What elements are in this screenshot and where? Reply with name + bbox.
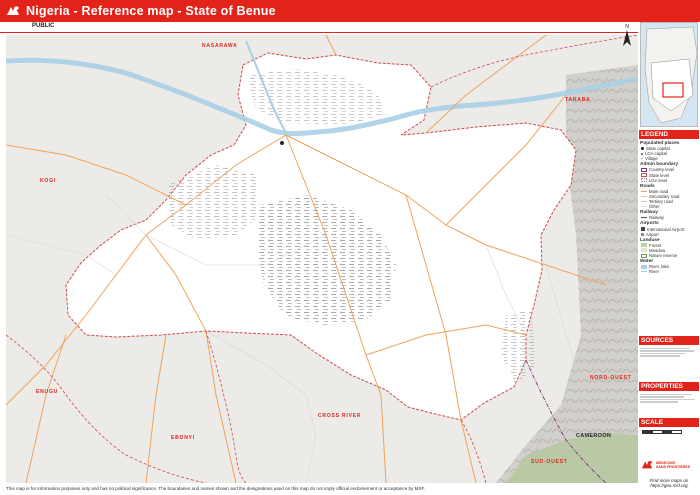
label-nord-ouest: NORD-OUEST	[590, 375, 632, 381]
scale-header: SCALE	[639, 418, 699, 427]
north-arrow-icon	[623, 30, 631, 46]
river-icon	[641, 271, 647, 273]
road-icon	[641, 190, 647, 193]
reserve-icon	[641, 253, 647, 258]
classification-bar: PUBLIC	[0, 22, 700, 33]
road-icon	[641, 206, 647, 208]
road-icon	[641, 201, 647, 203]
title-bar: Nigeria - Reference map - State of Benue	[0, 0, 700, 22]
label-cameroon: CAMEROON	[576, 433, 612, 439]
legend-item: Village	[640, 156, 698, 161]
classification-label: PUBLIC	[32, 23, 55, 29]
properties-header: PROPERTIES	[639, 382, 699, 391]
dot-icon	[641, 147, 644, 151]
legend-item: Other	[640, 204, 698, 209]
label-enugu: ENUGU	[36, 389, 59, 395]
dot-icon	[641, 152, 643, 155]
meadow-icon	[641, 248, 647, 253]
map-canvas[interactable]: NASARAWA TARABA KOGI ENUGU EBONYI CROSS …	[6, 35, 638, 483]
dot-icon	[641, 158, 643, 160]
label-cross-river: CROSS RIVER	[318, 413, 362, 419]
label-kogi: KOGI	[40, 178, 56, 184]
msf-logo-icon	[0, 0, 26, 22]
scale-bar	[642, 430, 682, 434]
side-panel: LEGEND Populated places State capital LG…	[638, 22, 700, 495]
boundary-icon	[641, 168, 647, 173]
label-sud-ouest: SUD-OUEST	[531, 459, 568, 465]
msf-logo-icon	[641, 460, 653, 469]
find-more-link[interactable]: Find more maps on https://geo.msf.org	[639, 478, 699, 488]
legend-header: LEGEND	[639, 130, 699, 139]
boundary-icon	[641, 173, 647, 178]
legend-item: Railway	[640, 215, 698, 220]
state-capital-marker[interactable]	[279, 140, 285, 146]
legend-item: River	[640, 269, 698, 274]
label-taraba: TARABA	[565, 97, 591, 103]
label-ebonyi: EBONYI	[171, 435, 195, 441]
msf-logo-text: MEDECINS SANS FRONTIERES	[656, 461, 691, 469]
legend-item: Nature reserve	[640, 253, 698, 258]
sources-header: SOURCES	[639, 336, 699, 345]
airport-icon	[641, 232, 644, 236]
airport-icon	[641, 227, 645, 232]
label-nasarawa: NASARAWA	[202, 43, 238, 49]
inset-map	[640, 22, 698, 127]
legend-item: Airport	[640, 232, 698, 237]
legend-item: LGA level	[640, 178, 698, 183]
lake-icon	[641, 264, 647, 269]
north-arrow: N	[620, 24, 634, 48]
legend-list: Populated places State capital LGA capit…	[640, 140, 698, 274]
railway-icon	[641, 217, 647, 219]
road-icon	[641, 195, 647, 197]
properties-text	[640, 393, 698, 404]
map-title: Nigeria - Reference map - State of Benue	[26, 4, 276, 18]
msf-logo-block: MEDECINS SANS FRONTIERES	[640, 457, 698, 473]
boundary-icon	[641, 178, 647, 183]
footer-disclaimer: This map is for information purposes onl…	[6, 486, 426, 491]
sources-text	[640, 347, 698, 358]
forest-icon	[641, 243, 647, 248]
